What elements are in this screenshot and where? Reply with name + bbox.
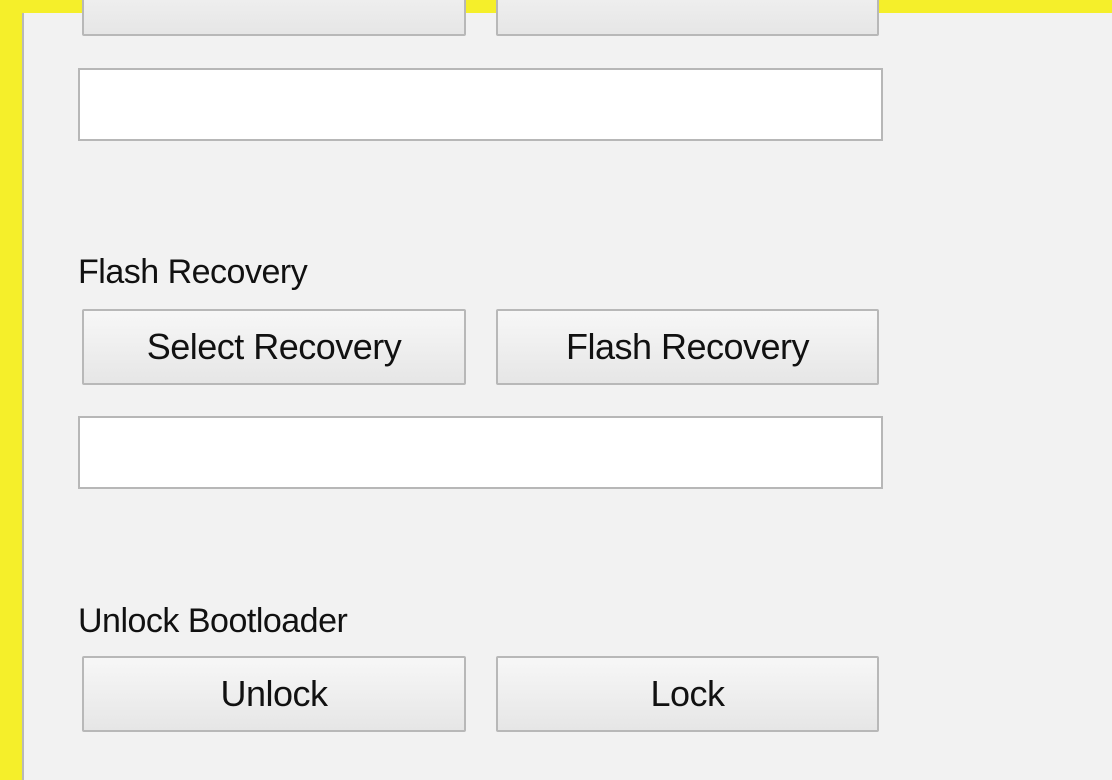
lock-button[interactable]: Lock [496,656,879,732]
top-right-button[interactable] [496,0,879,36]
window-frame: Flash Recovery Select Recovery Flash Rec… [0,0,1112,780]
unlock-button[interactable]: Unlock [82,656,466,732]
top-left-button[interactable] [82,0,466,36]
flash-recovery-button[interactable]: Flash Recovery [496,309,879,385]
client-area: Flash Recovery Select Recovery Flash Rec… [22,0,1112,780]
select-recovery-button[interactable]: Select Recovery [82,309,466,385]
recovery-path-field[interactable] [78,416,883,489]
flash-recovery-label: Flash Recovery [78,253,308,291]
unlock-bootloader-label: Unlock Bootloader [78,602,348,640]
top-path-field[interactable] [78,68,883,141]
